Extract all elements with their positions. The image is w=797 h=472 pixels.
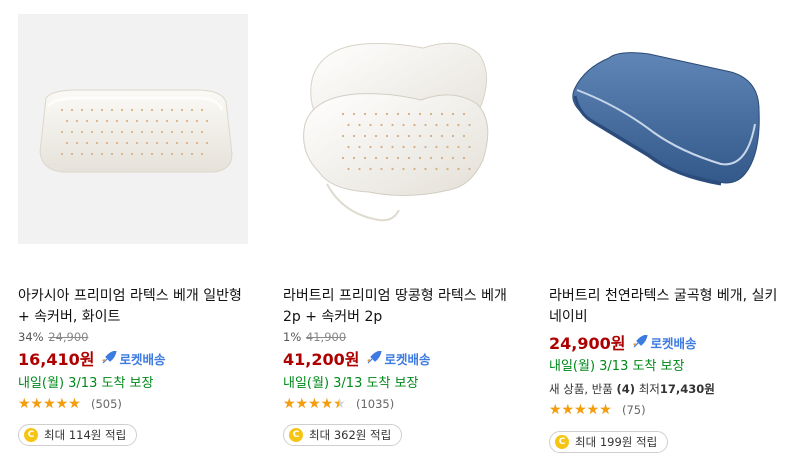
product-card[interactable]: 라버트리 천연라텍스 굴곡형 베개, 실키네이비 24,900원 로켓배송 내일… (547, 0, 797, 472)
reward-badge: C 최대 362원 적립 (283, 424, 403, 446)
sale-price: 41,200원 (283, 350, 360, 369)
reward-badge: C 최대 114원 적립 (18, 424, 138, 446)
coin-icon: C (24, 428, 38, 442)
price-row: 41,200원 로켓배송 (283, 346, 430, 370)
rocket-icon (102, 351, 118, 364)
rocket-delivery-label: 로켓배송 (384, 351, 431, 367)
other-sellers-info[interactable]: 새 상품, 반품 (4) 최저17,430원 (549, 381, 715, 397)
price-row: 24,900원 로켓배송 (549, 330, 696, 354)
rocket-delivery-badge: 로켓배송 (101, 349, 165, 368)
product-title[interactable]: 라버트리 프리미엄 땅콩형 라텍스 베개 2p + 속커버 2p (283, 286, 523, 328)
product-title[interactable]: 라버트리 천연라텍스 굴곡형 베개, 실키네이비 (549, 286, 789, 328)
sale-price: 24,900원 (549, 334, 626, 353)
coin-icon: C (555, 435, 569, 449)
review-count[interactable]: (75) (622, 403, 646, 417)
product-image[interactable] (283, 14, 513, 244)
arrival-info: 내일(월) 3/13 도착 보장 (549, 359, 685, 374)
price-row: 16,410원 로켓배송 (18, 346, 165, 370)
rocket-delivery-badge: 로켓배송 (632, 333, 696, 352)
rocket-delivery-badge: 로켓배송 (366, 349, 430, 368)
review-count[interactable]: (505) (91, 397, 122, 411)
lowest-price-label: 최저 (635, 382, 660, 396)
star-rating: ★★★★★ ★★★★★ (283, 397, 353, 411)
review-count[interactable]: (1035) (356, 397, 394, 411)
reward-label: 최대 199원 적립 (575, 435, 658, 449)
rocket-icon (633, 335, 649, 348)
discount-row: 1% 41,900 (283, 330, 346, 344)
lowest-price: 17,430원 (659, 382, 715, 396)
arrival-info: 내일(월) 3/13 도착 보장 (18, 376, 154, 391)
other-sellers-label: 새 상품, 반품 (549, 382, 617, 396)
reward-label: 최대 362원 적립 (309, 428, 392, 442)
rocket-delivery-label: 로켓배송 (119, 351, 166, 367)
star-rating: ★★★★★ ★★★★★ (549, 403, 619, 417)
reward-label: 최대 114원 적립 (44, 428, 127, 442)
rocket-delivery-label: 로켓배송 (650, 335, 697, 351)
rating: ★★★★★ ★★★★★ (1035) (283, 397, 394, 411)
product-title[interactable]: 아카시아 프리미엄 라텍스 베개 일반형 + 속커버, 화이트 (18, 286, 258, 328)
discount-rate: 34% (18, 330, 44, 344)
product-card[interactable]: 아카시아 프리미엄 라텍스 베개 일반형 + 속커버, 화이트 34% 24,9… (16, 0, 266, 472)
original-price: 24,900 (48, 330, 89, 344)
rating: ★★★★★ ★★★★★ (505) (18, 397, 122, 411)
original-price: 41,900 (305, 330, 347, 344)
star-rating: ★★★★★ ★★★★★ (18, 397, 88, 411)
sale-price: 16,410원 (18, 350, 95, 369)
coin-icon: C (289, 428, 303, 442)
star-fill: ★★★★★ (549, 403, 612, 417)
reward-badge: C 최대 199원 적립 (549, 431, 669, 453)
star-fill: ★★★★★ (18, 397, 81, 411)
other-sellers-count: (4) (616, 382, 636, 396)
product-card[interactable]: 라버트리 프리미엄 땅콩형 라텍스 베개 2p + 속커버 2p 1% 41,9… (281, 0, 531, 472)
star-fill: ★★★★★ (283, 397, 339, 411)
discount-row: 34% 24,900 (18, 330, 88, 344)
discount-rate: 1% (283, 330, 302, 344)
product-image[interactable] (549, 14, 779, 244)
rating: ★★★★★ ★★★★★ (75) (549, 403, 646, 417)
rocket-icon (367, 351, 383, 364)
product-image[interactable] (18, 14, 248, 244)
arrival-info: 내일(월) 3/13 도착 보장 (283, 376, 419, 391)
